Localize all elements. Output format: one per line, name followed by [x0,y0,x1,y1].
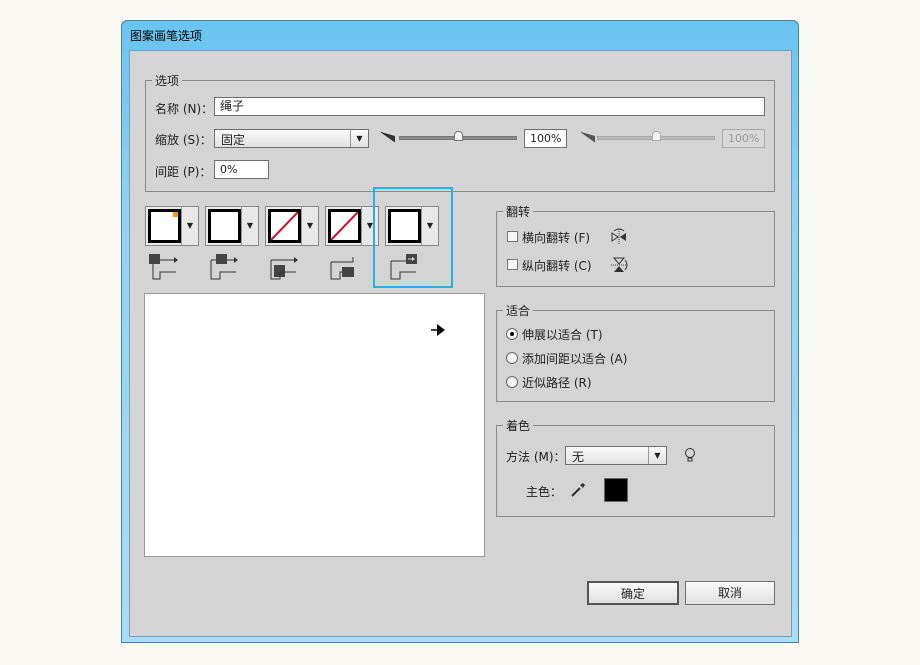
fit-stretch-radio[interactable] [506,328,518,340]
side-tile-icon [149,254,178,280]
scale-min-icon [380,131,396,143]
outer-corner-tile-selector[interactable]: ▼ [205,206,259,246]
chevron-down-icon: ▼ [350,130,368,147]
side-tile-selector[interactable]: ▼ [145,206,199,246]
flip-vertical-label: 纵向翻转 (C) [522,259,592,273]
method-value: 无 [572,450,585,464]
key-color-label: 主色： [526,485,563,499]
start-tile-icon [330,257,354,280]
chevron-down-icon: ▼ [241,207,258,245]
method-select[interactable]: 无 ▼ [565,446,667,465]
ok-button[interactable]: 确定 [587,581,679,605]
flip-horizontal-label: 横向翻转 (F) [522,231,591,245]
arrow-right-icon [431,324,445,336]
chevron-down-icon: ▼ [648,447,666,464]
dialog-title: 图案画笔选项 [130,29,203,43]
chevron-down-icon: ▼ [301,207,318,245]
flip-horizontal-checkbox[interactable] [507,231,518,242]
start-tile-selector[interactable]: ▼ [325,206,379,246]
colorize-group: 着色 [496,417,775,517]
flip-legend: 翻转 [503,203,534,220]
method-label: 方法 (M)： [506,450,566,464]
spacing-label: 间距 (P)： [155,165,212,179]
outer-corner-tile-icon [210,254,238,280]
name-input[interactable]: 绳子 [214,97,765,116]
scale-select[interactable]: 固定 ▼ [214,129,369,148]
fit-approximate-label: 近似路径 (R) [522,376,592,390]
scale-max-input[interactable]: 100% [722,129,765,148]
fit-add-space-radio[interactable] [506,352,518,364]
scale-min-input[interactable]: 100% [524,129,567,148]
chevron-down-icon: ▼ [181,207,198,245]
scale-max-slider-thumb[interactable] [652,131,661,141]
scale-min-slider-thumb[interactable] [454,131,463,141]
flip-horizontal-icon [611,228,626,245]
fit-legend: 适合 [503,302,534,319]
inner-corner-tile-icon [270,257,298,280]
colorize-legend: 着色 [503,417,534,434]
flip-vertical-checkbox[interactable] [507,259,518,270]
fit-stretch-label: 伸展以适合 (T) [522,328,603,342]
scale-label: 缩放 (S)： [155,133,212,147]
spacing-input[interactable]: 0% [214,160,269,179]
selection-highlight [373,187,453,288]
inner-corner-tile-selector[interactable]: ▼ [265,206,319,246]
cancel-button[interactable]: 取消 [685,581,775,605]
lightbulb-icon[interactable] [684,447,696,463]
fit-approximate-radio[interactable] [506,376,518,388]
preview-area [144,293,485,557]
name-label: 名称 (N)： [155,102,214,116]
eyedropper-icon[interactable] [570,482,586,498]
scale-max-icon [580,131,596,143]
flip-vertical-icon [611,257,628,272]
scale-value: 固定 [221,133,246,147]
options-legend: 选项 [152,72,183,89]
fit-add-space-label: 添加间距以适合 (A) [522,352,628,366]
key-color-swatch[interactable] [604,478,628,502]
flip-group: 翻转 [496,203,775,287]
